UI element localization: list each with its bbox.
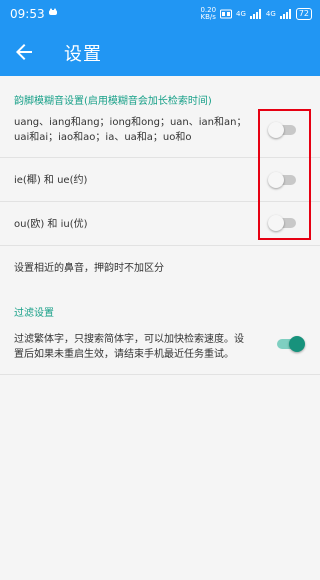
status-time: 09:53 [10,7,45,21]
back-arrow-icon[interactable] [12,40,36,64]
filter-toggle[interactable] [275,336,305,352]
network-type-2: 4G [265,9,276,18]
divider [0,374,320,375]
network-type-1: 4G [236,9,246,18]
highlight-box [258,109,311,240]
fuzzy-item-1-line1: uang、iang和ang；iong和ong；uan、ian和an； [14,117,247,128]
settings-screen: 09:53 0.20 KB/s 4G 4G 72 设置 韵脚模糊音设置(启用模糊… [0,0,320,580]
network-speed: 0.20 KB/s [200,6,217,21]
page-title: 设置 [64,44,102,65]
filter-item-line1: 过滤繁体字，只搜索简体字，可以加快检索速度。设 [14,334,244,345]
fuzzy-item-2-label: ie(椰) 和 ue(约) [14,175,88,186]
signal-icon [249,9,261,19]
fuzzy-item-1-line2: uai和ai；iao和ao；ia、ua和a；uo和o [14,132,192,143]
notification-icon [49,8,57,15]
status-bar: 09:53 0.20 KB/s 4G 4G 72 [0,0,320,28]
fuzzy-item-3-label: ou(欧) 和 iu(优) [14,219,88,230]
app-bar: 设置 [0,28,320,76]
fuzzy-section-note: 设置相近的鼻音，押韵时不加区分 [14,263,164,274]
fuzzy-section-header: 韵脚模糊音设置(启用模糊音会加长检索时间) [14,96,212,107]
status-right: 0.20 KB/s 4G 4G 72 [200,7,312,21]
filter-section-header: 过滤设置 [14,308,54,319]
filter-item-line2: 置后如果未重启生效，请结束手机最近任务重试。 [14,349,234,360]
signal-icon-2 [279,9,291,19]
battery-icon: 72 [295,8,312,20]
divider [0,245,320,246]
volte-icon [220,9,233,19]
